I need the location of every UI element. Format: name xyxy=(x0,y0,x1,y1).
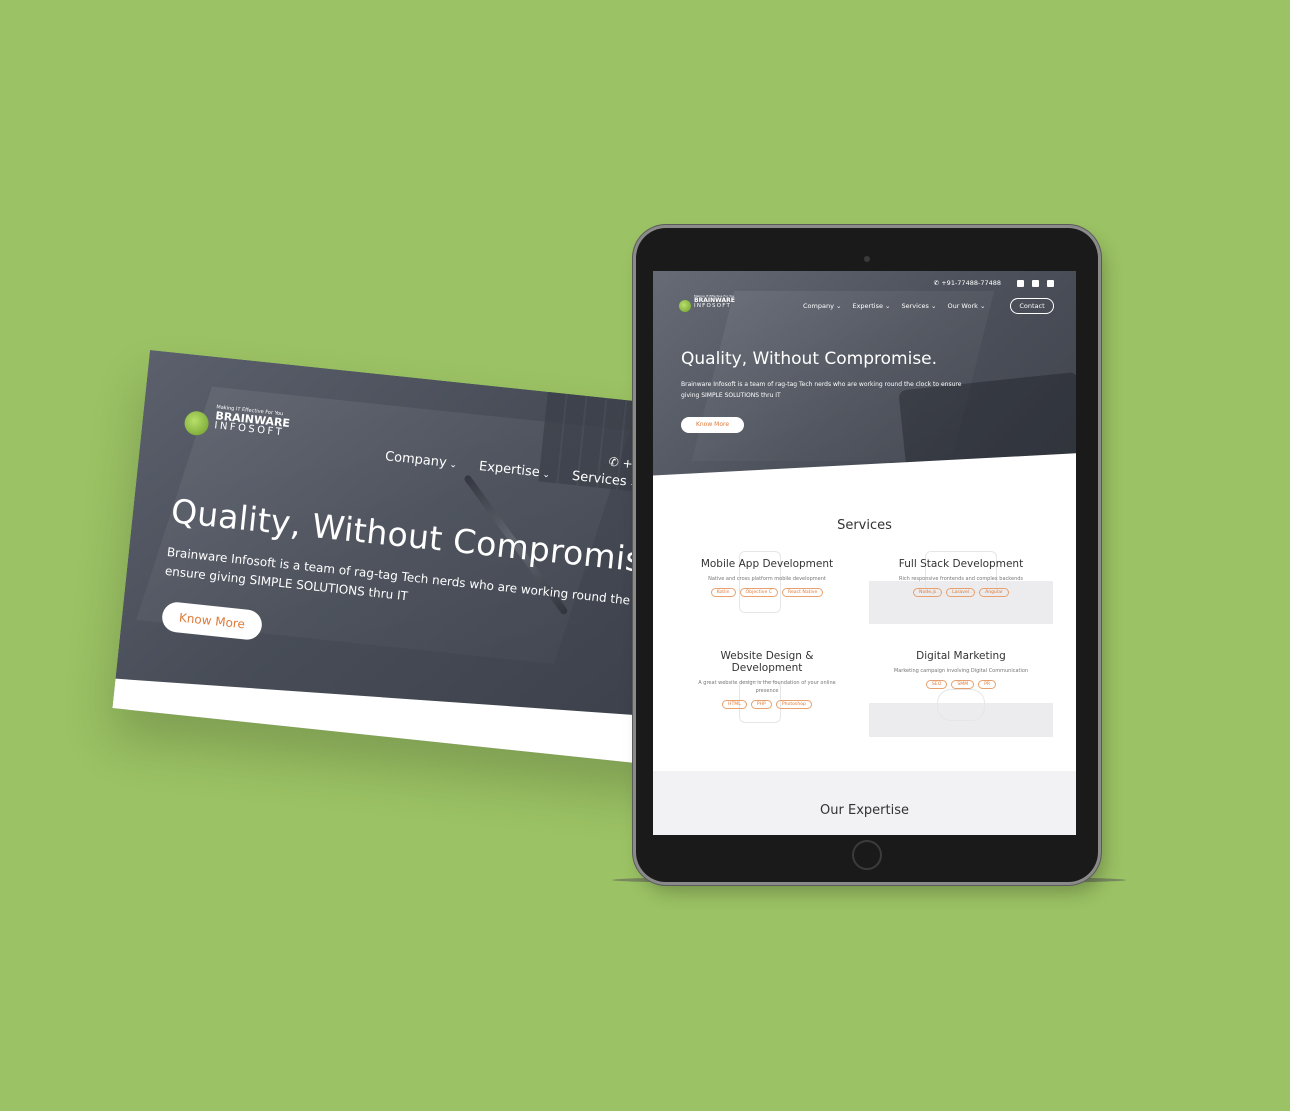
service-tags: HTML PHP Photoshop xyxy=(675,700,859,709)
services-heading: Services xyxy=(837,518,892,533)
phone-icon: ✆ xyxy=(933,279,940,287)
nav-item-services[interactable]: Services ⌄ xyxy=(902,302,937,310)
service-tags: Kotlin Objective C React Native xyxy=(675,588,859,597)
service-description: Native and cross platform mobile develop… xyxy=(708,576,826,582)
service-tags: Node.js Laravel Angular xyxy=(869,588,1053,597)
nav-label: Company xyxy=(803,302,834,310)
tag[interactable]: Objective C xyxy=(739,588,778,597)
nav-label: Services xyxy=(901,302,929,310)
chevron-down-icon: ⌄ xyxy=(979,302,986,310)
chevron-down-icon: ⌄ xyxy=(541,469,551,481)
service-description: Rich responsive frontends and complex ba… xyxy=(898,576,1024,582)
tag[interactable]: HTML xyxy=(722,700,747,709)
nav-label: Our Work xyxy=(947,302,978,310)
logo-name-line2: INFOSOFT xyxy=(694,303,732,310)
chevron-down-icon: ⌄ xyxy=(885,302,891,310)
service-title: Website Design & Development xyxy=(720,650,814,674)
chevron-down-icon: ⌄ xyxy=(836,302,842,310)
service-card-mobile-app[interactable]: Mobile App Development Native and cross … xyxy=(675,558,859,597)
tag[interactable]: PHP xyxy=(750,700,772,709)
expertise-heading: Our Expertise xyxy=(820,803,909,818)
nav-item-company[interactable]: Company ⌄ xyxy=(803,302,841,310)
service-card-website-design[interactable]: Website Design & Development A great web… xyxy=(675,650,859,709)
contact-button[interactable]: Contact xyxy=(1010,298,1054,314)
tag[interactable]: React Native xyxy=(782,588,824,597)
expertise-section: Our Expertise xyxy=(653,771,1076,835)
service-title: Digital Marketing xyxy=(916,650,1006,662)
service-title: Mobile App Development xyxy=(700,558,834,570)
nav-label: Expertise xyxy=(852,302,883,310)
brand-logo[interactable]: Making IT Effective For You BRAINWARE IN… xyxy=(679,293,735,312)
nav-item-expertise[interactable]: Expertise ⌄ xyxy=(852,302,890,310)
phone-number: +91-77488-77488 xyxy=(941,279,1001,287)
service-card-full-stack[interactable]: Full Stack Development Rich responsive f… xyxy=(869,558,1053,597)
tablet-main-nav: Company ⌄ Expertise ⌄ Services ⌄ Our Wor… xyxy=(803,302,985,310)
tag[interactable]: Node.js xyxy=(913,588,943,597)
camera-icon xyxy=(864,256,870,262)
phone-icon: ✆ xyxy=(608,454,620,470)
logo-globe-icon xyxy=(679,300,691,312)
tag[interactable]: PR xyxy=(978,680,997,689)
hero-title: Quality, Without Compromise. xyxy=(681,349,938,369)
desktop-phone[interactable]: ✆ + xyxy=(608,455,633,471)
tag[interactable]: Kotlin xyxy=(710,588,736,597)
nav-item-our-work[interactable]: Our Work ⌄ xyxy=(947,302,985,310)
hero-subtitle: Brainware Infosoft is a team of rag-tag … xyxy=(681,381,962,399)
service-card-digital-marketing[interactable]: Digital Marketing Marketing campaign inv… xyxy=(869,650,1053,689)
logo-globe-icon xyxy=(183,410,210,437)
service-tags: SEO SMM PR xyxy=(869,680,1053,689)
tag[interactable]: Angular xyxy=(979,588,1009,597)
logo-wordmark: Making IT Effective For You BRAINWARE IN… xyxy=(694,295,735,310)
chevron-down-icon: ⌄ xyxy=(448,459,458,471)
chevron-down-icon: ⌄ xyxy=(931,302,937,310)
service-description: Marketing campaign involving Digital Com… xyxy=(893,668,1029,674)
facebook-icon[interactable] xyxy=(1032,279,1039,287)
tag[interactable]: Laravel xyxy=(946,588,976,597)
home-button[interactable] xyxy=(852,840,882,870)
phone-number: + xyxy=(621,456,634,472)
tag[interactable]: SEO xyxy=(925,680,948,689)
linkedin-icon[interactable] xyxy=(1017,279,1024,287)
brain-icon xyxy=(937,689,985,721)
tablet-device: ✆ +91-77488-77488 Making IT Effective Fo… xyxy=(636,228,1098,882)
service-title: Full Stack Development xyxy=(898,558,1024,570)
phone-link[interactable]: ✆ +91-77488-77488 xyxy=(934,279,1001,287)
tag[interactable]: Photoshop xyxy=(775,700,812,709)
top-bar: ✆ +91-77488-77488 xyxy=(934,279,1054,287)
youtube-icon[interactable] xyxy=(1047,279,1054,287)
service-description: A great website design is the foundation… xyxy=(698,680,836,694)
tablet-screen: ✆ +91-77488-77488 Making IT Effective Fo… xyxy=(653,271,1076,835)
tag[interactable]: SMM xyxy=(951,680,975,689)
logo-wordmark: Making IT Effective For You BRAINWARE IN… xyxy=(214,404,291,439)
know-more-button[interactable]: Know More xyxy=(681,417,744,433)
